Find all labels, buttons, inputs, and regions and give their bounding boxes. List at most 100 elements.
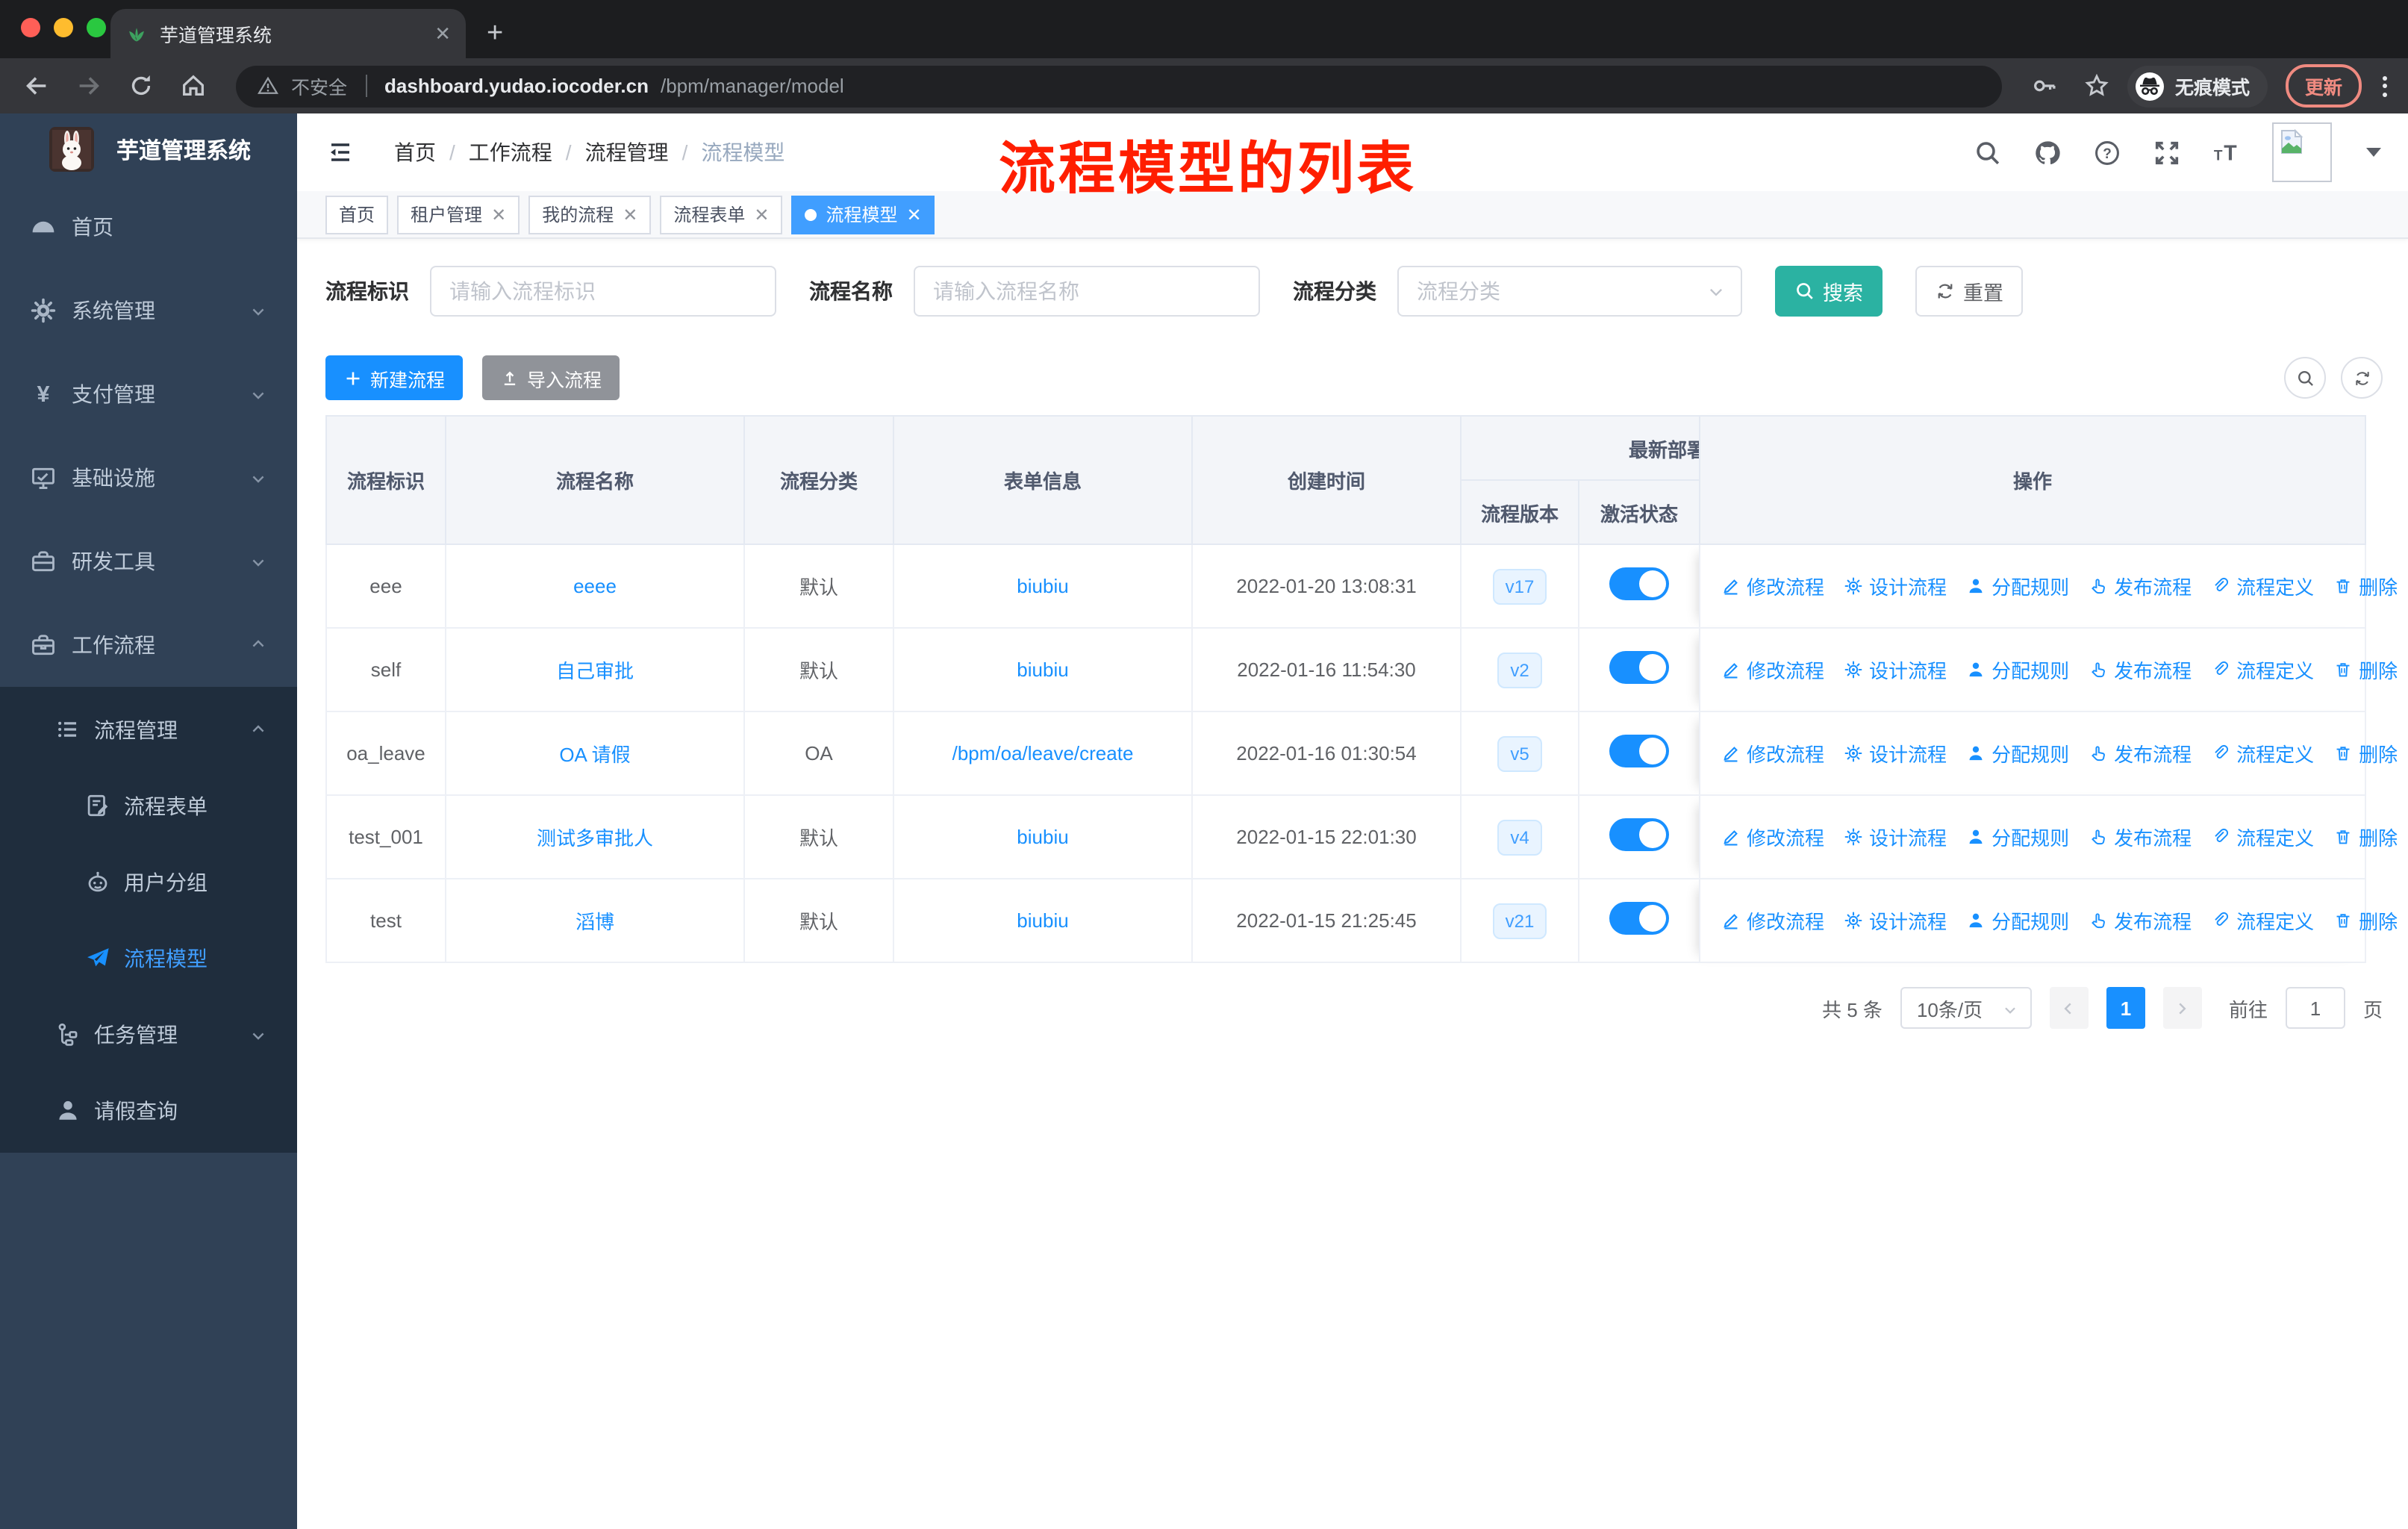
create-process-button[interactable]: 新建流程 (325, 355, 464, 400)
sidebar-subitem-flow[interactable]: 任务管理 (0, 996, 297, 1072)
action-edit-link[interactable]: 修改流程 (1721, 739, 1824, 767)
sidebar-subitem-robot[interactable]: 用户分组 (0, 844, 297, 920)
update-button[interactable]: 更新 (2285, 64, 2362, 108)
action-edit-link[interactable]: 修改流程 (1721, 572, 1824, 600)
fullscreen-icon[interactable] (2153, 138, 2181, 166)
action-publish-hand-link[interactable]: 发布流程 (2089, 572, 2192, 600)
bookmark-star-icon[interactable] (2083, 72, 2111, 100)
chevron-down-icon[interactable] (2366, 148, 2381, 157)
window-controls[interactable] (21, 18, 106, 37)
process-name-link[interactable]: 自己审批 (556, 660, 634, 682)
security-label[interactable]: 不安全 (291, 72, 347, 100)
action-publish-hand-link[interactable]: 发布流程 (2089, 655, 2192, 684)
page-number-button[interactable]: 1 (2106, 987, 2145, 1029)
action-publish-hand-link[interactable]: 发布流程 (2089, 906, 2192, 935)
github-icon[interactable] (2033, 138, 2062, 166)
action-assign-user-link[interactable]: 分配规则 (1966, 739, 2069, 767)
sidebar-item-gear[interactable]: 系统管理 (0, 269, 297, 352)
close-tab-icon[interactable]: ✕ (907, 204, 922, 225)
help-icon[interactable]: ? (2093, 138, 2121, 166)
goto-page-input[interactable] (2285, 987, 2345, 1029)
window-close-button[interactable] (21, 18, 40, 37)
form-info-link[interactable]: biubiu (1017, 575, 1068, 597)
close-tab-icon[interactable]: ✕ (623, 204, 637, 225)
active-toggle[interactable] (1609, 567, 1669, 600)
action-paperclip-link[interactable]: 流程定义 (2211, 739, 2314, 767)
close-tab-icon[interactable]: ✕ (491, 204, 506, 225)
form-info-link[interactable]: biubiu (1017, 658, 1068, 681)
action-edit-link[interactable]: 修改流程 (1721, 906, 1824, 935)
action-design-gear-link[interactable]: 设计流程 (1844, 739, 1947, 767)
password-key-icon[interactable] (2030, 72, 2059, 100)
action-assign-user-link[interactable]: 分配规则 (1966, 906, 2069, 935)
process-name-link[interactable]: OA 请假 (559, 744, 630, 766)
active-toggle[interactable] (1609, 902, 1669, 935)
page-size-select[interactable]: 10条/页 (1900, 987, 2032, 1029)
forward-icon[interactable] (75, 72, 103, 100)
action-design-gear-link[interactable]: 设计流程 (1844, 906, 1947, 935)
sidebar-item-dashboard[interactable]: 首页 (0, 185, 297, 269)
sidebar-subitem-paper-plane[interactable]: 流程模型 (0, 920, 297, 996)
form-info-link[interactable]: biubiu (1017, 826, 1068, 848)
form-info-link[interactable]: biubiu (1017, 909, 1068, 932)
action-paperclip-link[interactable]: 流程定义 (2211, 823, 2314, 851)
new-tab-button[interactable]: + (487, 18, 503, 51)
close-tab-icon[interactable]: ✕ (754, 204, 769, 225)
breadcrumb-item[interactable]: 首页 (394, 137, 436, 167)
reset-button[interactable]: 重置 (1915, 266, 2023, 317)
action-design-gear-link[interactable]: 设计流程 (1844, 655, 1947, 684)
sidebar-item-monitor[interactable]: 基础设施 (0, 436, 297, 520)
sidebar-subitem-list[interactable]: 流程管理 (0, 691, 297, 767)
action-design-gear-link[interactable]: 设计流程 (1844, 823, 1947, 851)
form-info-link[interactable]: /bpm/oa/leave/create (952, 742, 1134, 764)
action-edit-link[interactable]: 修改流程 (1721, 823, 1824, 851)
breadcrumb-item[interactable]: 工作流程 (469, 137, 552, 167)
window-minimize-button[interactable] (54, 18, 73, 37)
close-tab-icon[interactable]: ✕ (434, 22, 451, 46)
action-edit-link[interactable]: 修改流程 (1721, 655, 1824, 684)
active-toggle[interactable] (1609, 818, 1669, 851)
back-icon[interactable] (22, 72, 51, 100)
browser-menu-icon[interactable] (2383, 75, 2387, 96)
active-toggle[interactable] (1609, 735, 1669, 767)
sidebar-subitem-form[interactable]: 流程表单 (0, 767, 297, 844)
next-page-button[interactable] (2162, 987, 2202, 1029)
active-toggle[interactable] (1609, 651, 1669, 684)
action-publish-hand-link[interactable]: 发布流程 (2089, 823, 2192, 851)
sidebar-item-yen[interactable]: ¥ 支付管理 (0, 352, 297, 436)
tab-home[interactable]: 首页 (325, 195, 389, 234)
action-paperclip-link[interactable]: 流程定义 (2211, 906, 2314, 935)
tab-page-2[interactable]: 我的流程 ✕ (528, 195, 652, 234)
action-assign-user-link[interactable]: 分配规则 (1966, 572, 2069, 600)
action-design-gear-link[interactable]: 设计流程 (1844, 572, 1947, 600)
user-avatar[interactable] (2272, 122, 2332, 182)
category-select[interactable]: 流程分类 (1397, 266, 1742, 317)
refresh-table-button[interactable] (2341, 357, 2383, 399)
home-icon[interactable] (179, 72, 208, 100)
import-process-button[interactable]: 导入流程 (482, 355, 620, 400)
window-maximize-button[interactable] (87, 18, 106, 37)
search-button[interactable]: 搜索 (1775, 266, 1883, 317)
action-paperclip-link[interactable]: 流程定义 (2211, 655, 2314, 684)
action-trash-link[interactable]: 删除 (2333, 655, 2398, 684)
breadcrumb-item[interactable]: 流程管理 (585, 137, 669, 167)
process-name-link[interactable]: 滔博 (576, 911, 614, 933)
search-icon[interactable] (1974, 138, 2002, 166)
reload-icon[interactable] (127, 72, 155, 100)
action-paperclip-link[interactable]: 流程定义 (2211, 572, 2314, 600)
action-trash-link[interactable]: 删除 (2333, 823, 2398, 851)
sidebar-item-toolbox[interactable]: 研发工具 (0, 520, 297, 603)
browser-tab[interactable]: 芋道管理系统 ✕ (110, 9, 466, 58)
process-name-input[interactable] (914, 266, 1260, 317)
action-trash-link[interactable]: 删除 (2333, 906, 2398, 935)
show-search-button[interactable] (2284, 357, 2326, 399)
process-name-link[interactable]: eeee (573, 575, 617, 597)
prev-page-button[interactable] (2049, 987, 2089, 1029)
tab-page-1[interactable]: 租户管理 ✕ (397, 195, 520, 234)
font-size-icon[interactable]: TT (2212, 138, 2241, 166)
process-name-link[interactable]: 测试多审批人 (537, 827, 653, 850)
action-trash-link[interactable]: 删除 (2333, 739, 2398, 767)
action-publish-hand-link[interactable]: 发布流程 (2089, 739, 2192, 767)
sidebar-subitem-person[interactable]: 请假查询 (0, 1072, 297, 1148)
tab-page-3[interactable]: 流程表单 ✕ (660, 195, 783, 234)
